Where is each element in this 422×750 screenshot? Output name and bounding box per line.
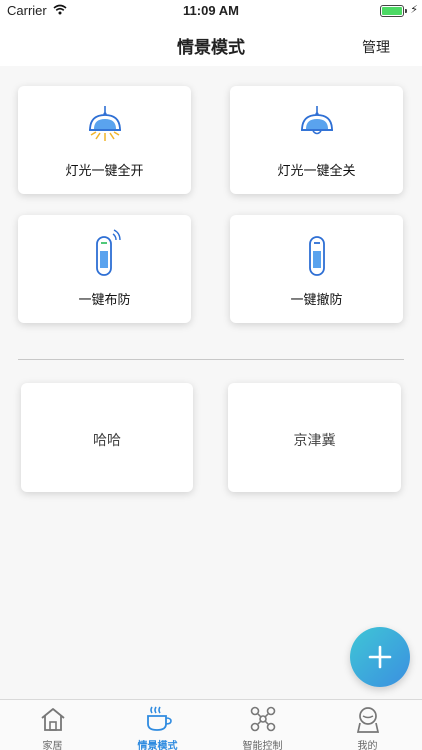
section-divider <box>18 359 404 360</box>
scene-label: 灯光一键全开 <box>65 164 144 179</box>
manage-button[interactable]: 管理 <box>362 37 390 57</box>
tab-scenes[interactable]: 情景模式 <box>105 700 210 750</box>
page-title: 情景模式 <box>177 38 245 58</box>
home-icon <box>39 705 67 737</box>
tab-profile[interactable]: 我的 <box>315 700 420 750</box>
scene-label: 一键布防 <box>78 293 131 308</box>
scene-card-disarm[interactable]: 一键撤防 <box>230 215 403 323</box>
scene-card-lights-off[interactable]: 灯光一键全关 <box>230 86 403 194</box>
tab-label: 家居 <box>42 741 63 750</box>
tab-bar: 家居 情景模式 智能控制 我的 <box>0 699 422 750</box>
sensor-disarm-icon <box>297 227 337 283</box>
scene-label: 一键撤防 <box>290 293 343 308</box>
status-bar: Carrier 11:09 AM ⚡ <box>0 0 422 22</box>
tab-label: 我的 <box>357 741 378 750</box>
tab-label: 智能控制 <box>242 741 283 750</box>
custom-scene-label: 京津冀 <box>293 433 336 449</box>
coffee-cup-icon <box>144 705 172 737</box>
tab-label: 情景模式 <box>137 741 178 750</box>
battery-icon <box>380 5 404 17</box>
sensor-arm-icon <box>85 227 125 283</box>
custom-scene-card[interactable]: 哈哈 <box>21 383 193 492</box>
custom-scene-card[interactable]: 京津冀 <box>228 383 401 492</box>
plus-icon <box>368 645 392 669</box>
nav-bar: 情景模式 管理 <box>0 22 422 66</box>
charging-icon: ⚡ <box>410 3 418 16</box>
user-icon <box>354 705 382 737</box>
lamp-off-icon <box>297 104 337 148</box>
scene-label: 灯光一键全关 <box>277 164 356 179</box>
network-icon <box>249 705 277 737</box>
status-time: 11:09 AM <box>183 3 239 18</box>
tab-smart-control[interactable]: 智能控制 <box>210 700 315 750</box>
custom-scene-label: 哈哈 <box>93 433 121 449</box>
scene-card-lights-on[interactable]: 灯光一键全开 <box>18 86 191 194</box>
scene-card-arm[interactable]: 一键布防 <box>18 215 191 323</box>
battery-cap <box>405 9 407 13</box>
tab-home[interactable]: 家居 <box>0 700 105 750</box>
lamp-on-icon <box>85 104 125 148</box>
add-scene-button[interactable] <box>350 627 410 687</box>
